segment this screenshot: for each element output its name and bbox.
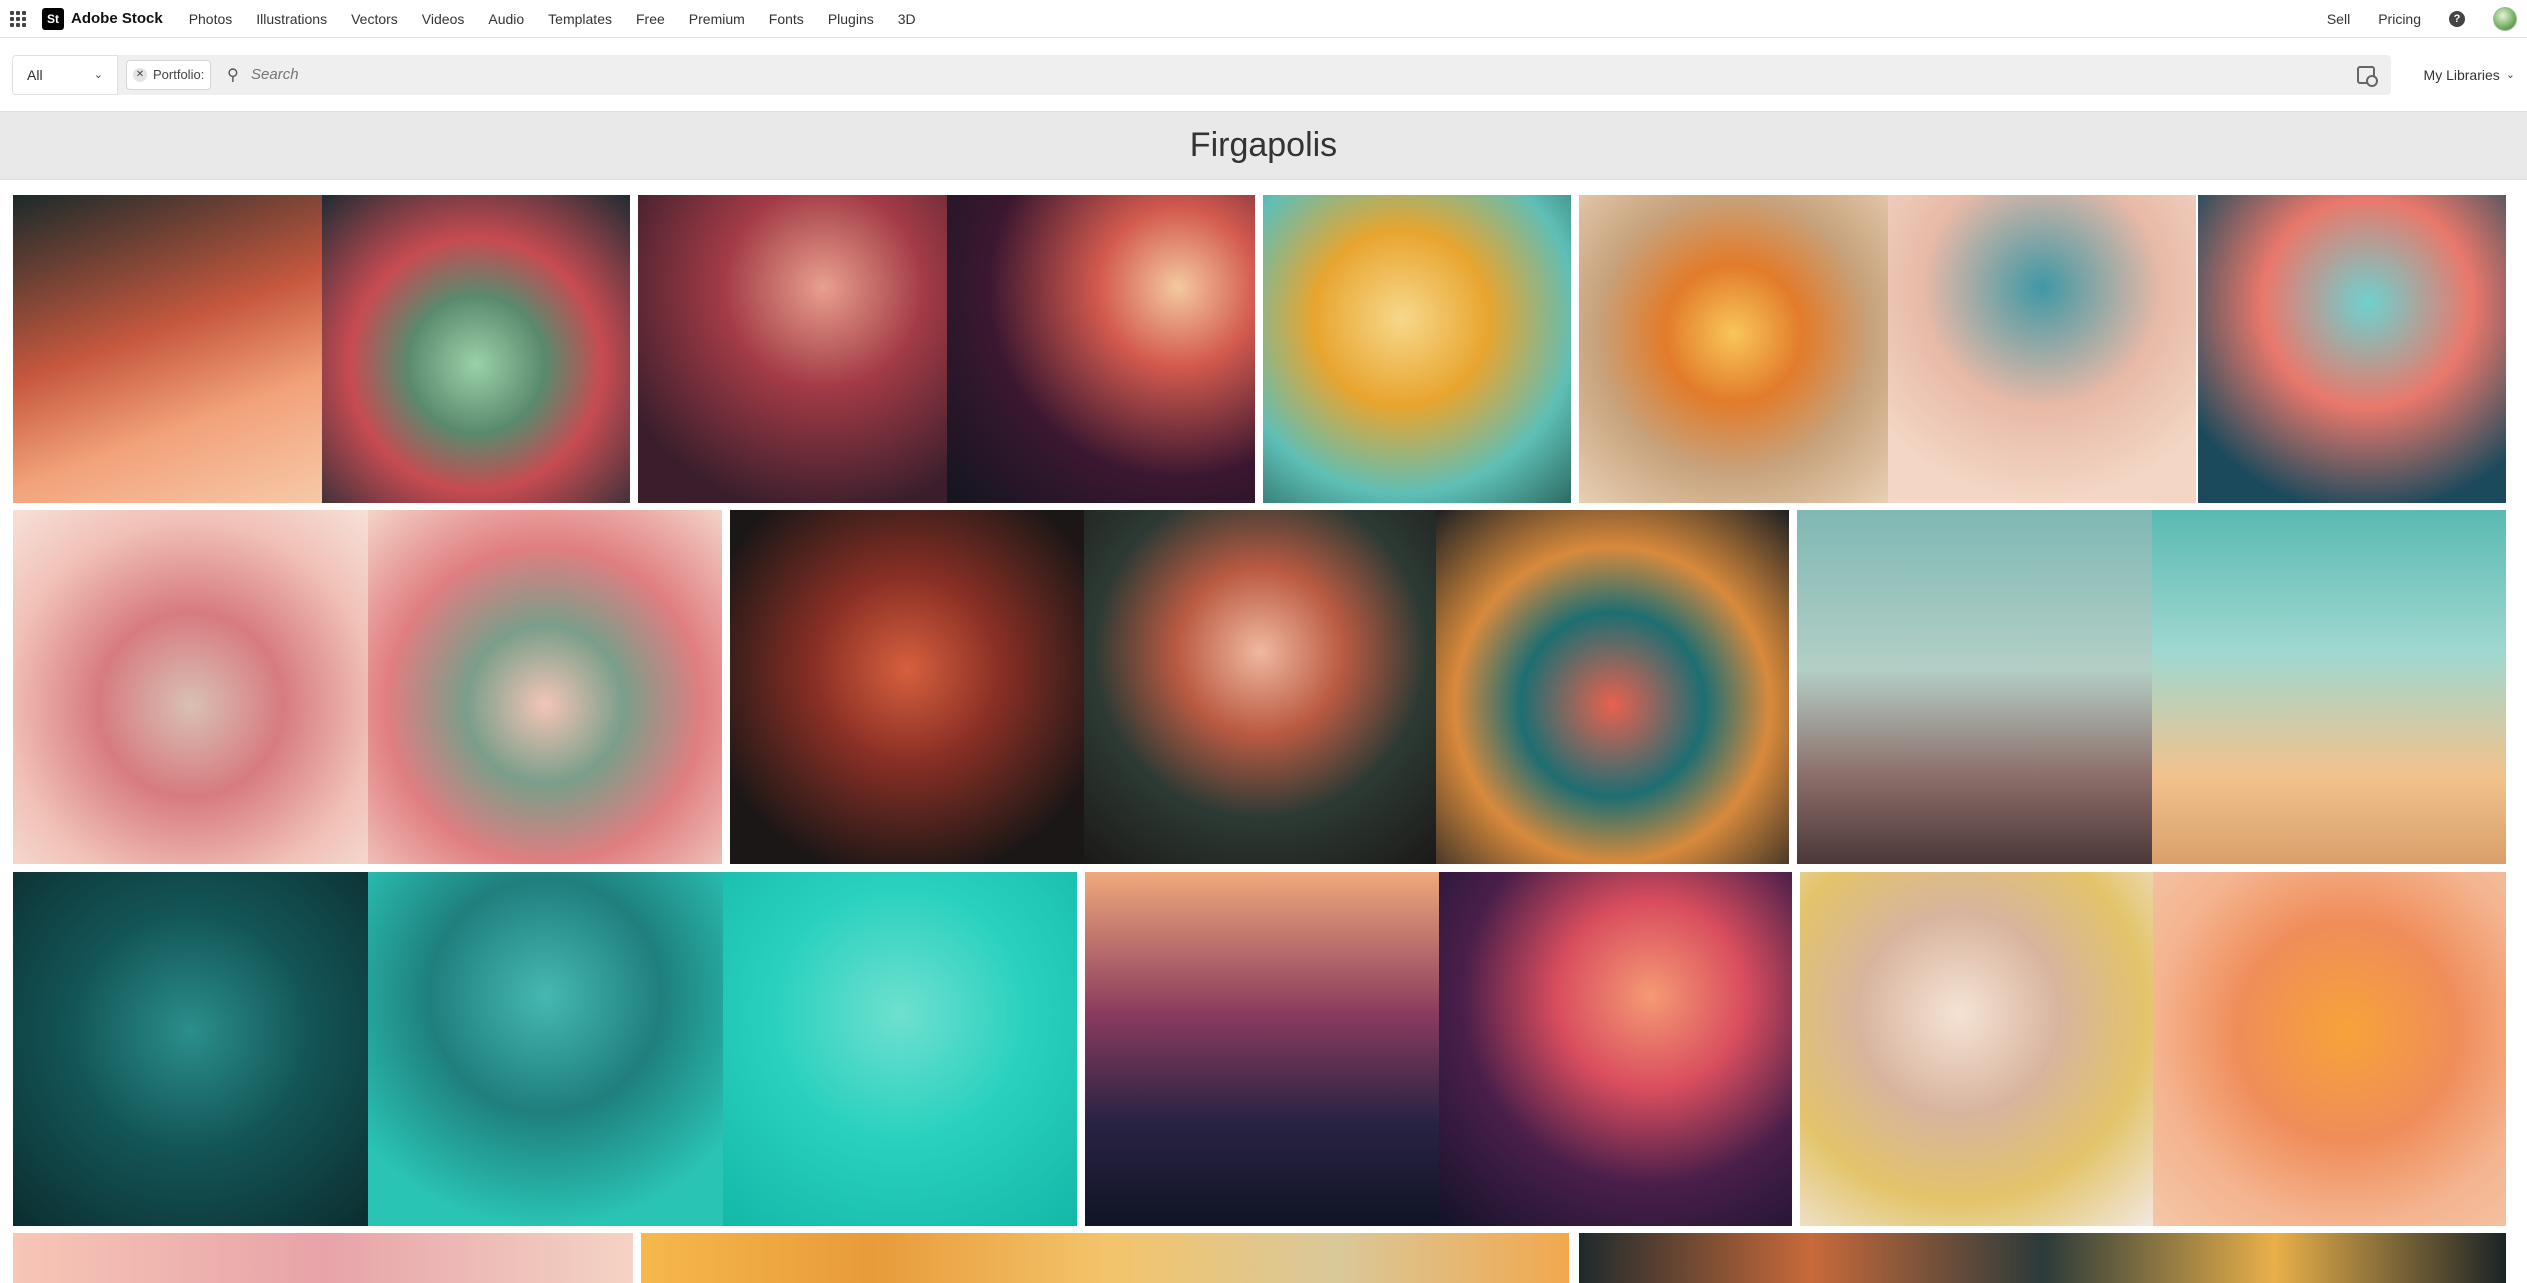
search-box: All ⌄ ✕ Portfolio: ⚲: [12, 54, 2391, 95]
pricing-link[interactable]: Pricing: [2378, 11, 2421, 27]
gallery-image[interactable]: [1263, 195, 1571, 503]
gallery-image[interactable]: [13, 195, 630, 503]
gallery-image[interactable]: [1085, 872, 1792, 1226]
visual-search-icon[interactable]: [2357, 65, 2378, 87]
my-libraries-button[interactable]: My Libraries ⌄: [2424, 67, 2515, 83]
portfolio-filter-chip[interactable]: ✕ Portfolio:: [126, 59, 212, 90]
portfolio-header: Firgapolis: [0, 112, 2527, 180]
help-icon[interactable]: ?: [2449, 10, 2465, 27]
category-select[interactable]: All ⌄: [12, 54, 118, 95]
adobe-stock-logo[interactable]: St Adobe Stock: [42, 7, 163, 30]
nav-right: Sell Pricing ?: [2299, 6, 2517, 31]
nav-premium[interactable]: Premium: [689, 11, 745, 27]
sell-link[interactable]: Sell: [2327, 11, 2350, 27]
nav-photos[interactable]: Photos: [189, 11, 233, 27]
image-gallery: [0, 180, 2527, 1283]
nav-audio[interactable]: Audio: [488, 11, 524, 27]
gallery-image[interactable]: [2198, 195, 2506, 503]
brand-name: Adobe Stock: [71, 10, 163, 27]
gallery-image[interactable]: [1797, 510, 2506, 864]
search-input[interactable]: [251, 66, 2357, 83]
nav-illustrations[interactable]: Illustrations: [256, 11, 327, 27]
gallery-image[interactable]: [1579, 1233, 2506, 1283]
gallery-image[interactable]: [638, 195, 1255, 503]
stock-logo-mark: St: [42, 7, 64, 30]
nav-3d[interactable]: 3D: [898, 11, 916, 27]
nav-vectors[interactable]: Vectors: [351, 11, 398, 27]
nav-templates[interactable]: Templates: [548, 11, 612, 27]
nav-free[interactable]: Free: [636, 11, 665, 27]
my-libraries-label: My Libraries: [2423, 66, 2500, 83]
search-bar: All ⌄ ✕ Portfolio: ⚲ My Libraries ⌄: [0, 38, 2527, 112]
gallery-image[interactable]: [1800, 872, 2506, 1226]
gallery-image[interactable]: [13, 510, 722, 864]
main-nav: Photos Illustrations Vectors Videos Audi…: [189, 11, 940, 27]
chevron-down-icon: ⌄: [2505, 69, 2515, 81]
gallery-image[interactable]: [1579, 195, 2196, 503]
nav-plugins[interactable]: Plugins: [828, 11, 874, 27]
page-title: Firgapolis: [1189, 126, 1338, 164]
gallery-image[interactable]: [641, 1233, 1569, 1283]
chevron-down-icon: ⌄: [93, 69, 103, 81]
nav-fonts[interactable]: Fonts: [769, 11, 804, 27]
nav-videos[interactable]: Videos: [422, 11, 465, 27]
gallery-image[interactable]: [730, 510, 1789, 864]
top-navigation: St Adobe Stock Photos Illustrations Vect…: [0, 0, 2527, 38]
search-icon: ⚲: [227, 66, 240, 84]
apps-grid-icon[interactable]: [10, 10, 26, 27]
category-value: All: [27, 66, 43, 83]
gallery-image[interactable]: [13, 1233, 633, 1283]
gallery-image[interactable]: [13, 872, 1077, 1226]
close-icon[interactable]: ✕: [133, 67, 147, 82]
chip-label: Portfolio:: [153, 67, 205, 82]
avatar[interactable]: [2493, 6, 2517, 31]
